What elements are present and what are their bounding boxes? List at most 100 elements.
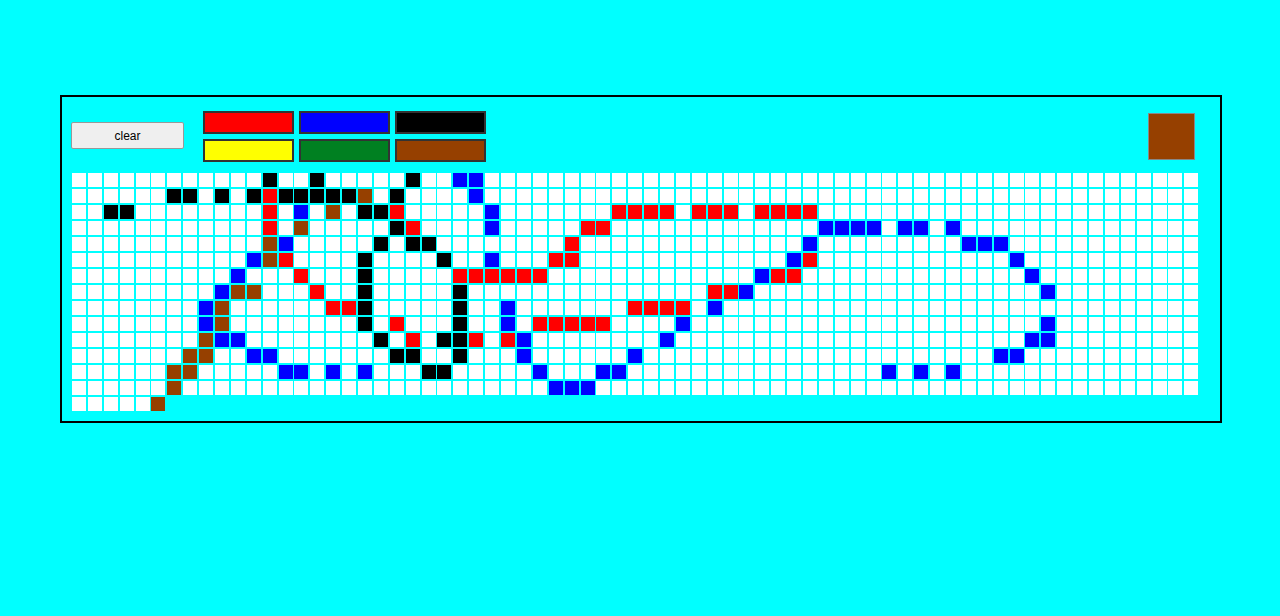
grid-cell[interactable] — [739, 301, 753, 315]
grid-cell[interactable] — [422, 253, 436, 267]
grid-cell[interactable] — [279, 365, 293, 379]
grid-cell[interactable] — [1121, 301, 1135, 315]
grid-cell[interactable] — [962, 301, 976, 315]
grid-cell[interactable] — [549, 269, 563, 283]
grid-cell[interactable] — [708, 237, 722, 251]
grid-cell[interactable] — [882, 189, 896, 203]
grid-cell[interactable] — [1089, 365, 1103, 379]
grid-cell[interactable] — [120, 349, 134, 363]
grid-cell[interactable] — [358, 381, 372, 395]
grid-cell[interactable] — [485, 333, 499, 347]
grid-cell[interactable] — [263, 365, 277, 379]
grid-cell[interactable] — [342, 317, 356, 331]
grid-cell[interactable] — [533, 237, 547, 251]
grid-cell[interactable] — [167, 317, 181, 331]
grid-cell[interactable] — [294, 205, 308, 219]
grid-cell[interactable] — [581, 349, 595, 363]
grid-cell[interactable] — [485, 285, 499, 299]
grid-cell[interactable] — [279, 381, 293, 395]
grid-cell[interactable] — [1168, 173, 1182, 187]
grid-cell[interactable] — [120, 381, 134, 395]
grid-cell[interactable] — [660, 365, 674, 379]
grid-cell[interactable] — [898, 173, 912, 187]
grid-cell[interactable] — [104, 381, 118, 395]
grid-cell[interactable] — [660, 189, 674, 203]
grid-cell[interactable] — [692, 317, 706, 331]
grid-cell[interactable] — [374, 349, 388, 363]
grid-cell[interactable] — [755, 381, 769, 395]
grid-cell[interactable] — [994, 333, 1008, 347]
grid-cell[interactable] — [803, 253, 817, 267]
grid-cell[interactable] — [88, 381, 102, 395]
grid-cell[interactable] — [1041, 237, 1055, 251]
grid-cell[interactable] — [215, 253, 229, 267]
grid-cell[interactable] — [628, 285, 642, 299]
grid-cell[interactable] — [215, 349, 229, 363]
grid-cell[interactable] — [1010, 301, 1024, 315]
grid-cell[interactable] — [1168, 381, 1182, 395]
grid-cell[interactable] — [708, 301, 722, 315]
grid-cell[interactable] — [1153, 269, 1167, 283]
grid-cell[interactable] — [247, 285, 261, 299]
grid-cell[interactable] — [453, 269, 467, 283]
grid-cell[interactable] — [517, 189, 531, 203]
grid-cell[interactable] — [167, 285, 181, 299]
grid-cell[interactable] — [310, 317, 324, 331]
grid-cell[interactable] — [358, 349, 372, 363]
grid-cell[interactable] — [1010, 173, 1024, 187]
grid-cell[interactable] — [644, 221, 658, 235]
grid-cell[interactable] — [485, 173, 499, 187]
grid-cell[interactable] — [1105, 205, 1119, 219]
grid-cell[interactable] — [215, 333, 229, 347]
grid-cell[interactable] — [167, 349, 181, 363]
grid-cell[interactable] — [374, 205, 388, 219]
grid-cell[interactable] — [279, 205, 293, 219]
grid-cell[interactable] — [692, 301, 706, 315]
grid-cell[interactable] — [739, 285, 753, 299]
grid-cell[interactable] — [374, 269, 388, 283]
grid-cell[interactable] — [708, 173, 722, 187]
grid-cell[interactable] — [644, 317, 658, 331]
grid-cell[interactable] — [946, 317, 960, 331]
grid-cell[interactable] — [358, 269, 372, 283]
grid-cell[interactable] — [247, 301, 261, 315]
grid-cell[interactable] — [1041, 317, 1055, 331]
grid-cell[interactable] — [1073, 317, 1087, 331]
grid-cell[interactable] — [326, 349, 340, 363]
grid-cell[interactable] — [1025, 365, 1039, 379]
grid-cell[interactable] — [294, 237, 308, 251]
grid-cell[interactable] — [247, 269, 261, 283]
grid-cell[interactable] — [851, 301, 865, 315]
grid-cell[interactable] — [755, 253, 769, 267]
grid-cell[interactable] — [1121, 189, 1135, 203]
grid-cell[interactable] — [803, 381, 817, 395]
grid-cell[interactable] — [771, 205, 785, 219]
grid-cell[interactable] — [946, 301, 960, 315]
grid-cell[interactable] — [565, 189, 579, 203]
grid-cell[interactable] — [819, 285, 833, 299]
grid-cell[interactable] — [453, 365, 467, 379]
grid-cell[interactable] — [835, 301, 849, 315]
grid-cell[interactable] — [422, 349, 436, 363]
grid-cell[interactable] — [1089, 205, 1103, 219]
grid-cell[interactable] — [88, 205, 102, 219]
grid-cell[interactable] — [962, 221, 976, 235]
grid-cell[interactable] — [771, 301, 785, 315]
grid-cell[interactable] — [708, 317, 722, 331]
grid-cell[interactable] — [851, 381, 865, 395]
grid-cell[interactable] — [422, 285, 436, 299]
grid-cell[interactable] — [136, 173, 150, 187]
grid-cell[interactable] — [533, 189, 547, 203]
grid-cell[interactable] — [183, 221, 197, 235]
grid-cell[interactable] — [199, 205, 213, 219]
grid-cell[interactable] — [342, 173, 356, 187]
grid-cell[interactable] — [72, 301, 86, 315]
grid-cell[interactable] — [183, 301, 197, 315]
grid-cell[interactable] — [596, 365, 610, 379]
grid-cell[interactable] — [612, 237, 626, 251]
grid-cell[interactable] — [1073, 333, 1087, 347]
grid-cell[interactable] — [485, 237, 499, 251]
grid-cell[interactable] — [1105, 189, 1119, 203]
grid-cell[interactable] — [898, 317, 912, 331]
grid-cell[interactable] — [596, 253, 610, 267]
